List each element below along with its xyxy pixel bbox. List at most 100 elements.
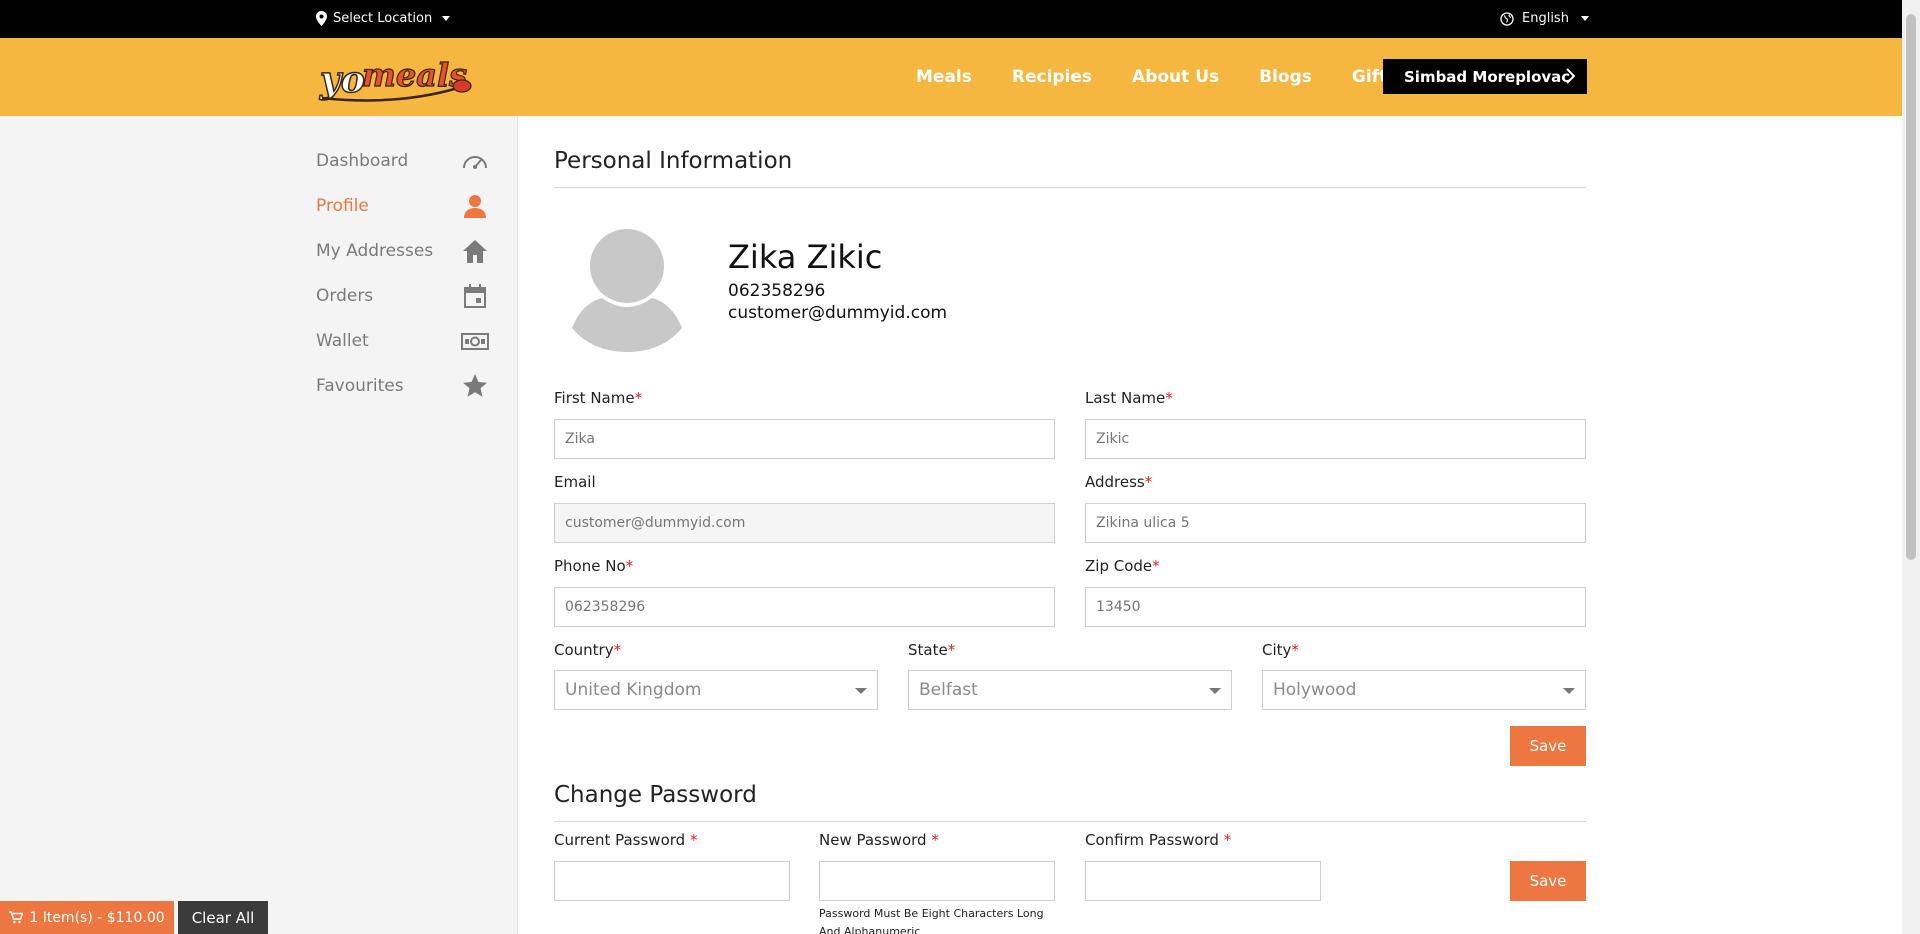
chevron-down-icon: [1563, 688, 1575, 694]
select-location-label: Select Location: [333, 11, 433, 26]
zip-code-label: Zip Code*: [1085, 557, 1160, 575]
globe-icon: [1500, 11, 1514, 26]
city-label-text: City: [1262, 641, 1292, 659]
yomeals-logo[interactable]: yo meals: [316, 48, 476, 108]
state-select[interactable]: Belfast: [908, 670, 1232, 710]
nav-meals[interactable]: Meals: [896, 67, 992, 87]
last-name-label-text: Last Name: [1085, 389, 1166, 407]
sidebar-item-wallet[interactable]: Wallet: [316, 326, 489, 356]
user-name: Simbad Moreplovac: [1404, 67, 1571, 86]
cart-icon: [9, 911, 24, 924]
page-scrollbar[interactable]: [1902, 0, 1920, 934]
sidebar-item-my-addresses[interactable]: My Addresses: [316, 236, 489, 266]
chevron-down-icon: [442, 16, 451, 21]
new-password-label-text: New Password: [819, 831, 927, 849]
country-value: United Kingdom: [565, 680, 702, 700]
required-mark: *: [625, 557, 634, 575]
sidebar-item-label: Orders: [316, 286, 374, 306]
sidebar-item-orders[interactable]: Orders: [316, 281, 489, 311]
calendar-icon: [464, 284, 486, 308]
select-location-dropdown[interactable]: Select Location: [316, 11, 451, 26]
current-password-label-text: Current Password: [554, 831, 686, 849]
first-name-label-text: First Name: [554, 389, 635, 407]
address-field[interactable]: [1085, 503, 1586, 543]
required-mark: *: [634, 389, 643, 407]
chevron-right-icon: [1566, 68, 1575, 84]
city-label: City*: [1262, 641, 1299, 659]
nav-about-us[interactable]: About Us: [1112, 67, 1239, 87]
phone-label: Phone No*: [554, 557, 633, 575]
nav-recipies[interactable]: Recipies: [992, 67, 1112, 87]
first-name-label: First Name*: [554, 389, 642, 407]
cart-summary-text: 1 Item(s) - $110.00: [29, 909, 165, 926]
chevron-down-icon: [1580, 16, 1589, 21]
phone-label-text: Phone No: [554, 557, 626, 575]
svg-text:yo: yo: [319, 59, 365, 101]
cart-summary-button[interactable]: 1 Item(s) - $110.00: [0, 901, 174, 934]
zip-code-label-text: Zip Code: [1085, 557, 1153, 575]
required-mark: *: [689, 831, 698, 849]
sidebar-item-label: Dashboard: [316, 151, 409, 171]
zip-code-field[interactable]: [1085, 587, 1586, 627]
country-select[interactable]: United Kingdom: [554, 670, 878, 710]
chevron-down-icon: [855, 688, 867, 694]
user-icon: [464, 195, 486, 218]
phone-field[interactable]: [554, 587, 1055, 627]
change-password-title: Change Password: [554, 782, 757, 808]
user-account-button[interactable]: Simbad Moreplovac: [1383, 59, 1587, 94]
cash-icon: [461, 333, 489, 350]
required-mark: *: [931, 831, 939, 849]
save-profile-button[interactable]: Save: [1510, 726, 1586, 766]
city-select[interactable]: Holywood: [1262, 670, 1586, 710]
last-name-label: Last Name*: [1085, 389, 1173, 407]
email-label: Email: [554, 473, 596, 491]
sidebar-item-label: My Addresses: [316, 241, 434, 261]
main-header: yo meals Meals Recipies About Us Blogs G…: [0, 38, 1902, 116]
state-label-text: State: [908, 641, 948, 659]
address-label: Address*: [1085, 473, 1152, 491]
home-icon: [463, 240, 487, 263]
new-password-label: New Password *: [819, 831, 939, 849]
divider: [554, 821, 1586, 822]
country-label: Country*: [554, 641, 621, 659]
state-value: Belfast: [919, 680, 978, 700]
current-password-field[interactable]: [554, 861, 790, 901]
email-field: [554, 503, 1055, 543]
account-sidebar: Dashboard Profile My Addresses Orders Wa…: [0, 116, 518, 934]
password-hint: Password Must Be Eight Characters Long A…: [819, 907, 1044, 934]
svg-text:meals: meals: [362, 56, 467, 94]
avatar: [572, 229, 682, 352]
nav-blogs[interactable]: Blogs: [1239, 67, 1332, 87]
sidebar-item-label: Wallet: [316, 331, 369, 351]
sidebar-item-favourites[interactable]: Favourites: [316, 371, 489, 401]
required-mark: *: [947, 641, 956, 659]
sidebar-item-label: Profile: [316, 196, 369, 216]
chevron-down-icon: [1209, 688, 1221, 694]
city-value: Holywood: [1273, 680, 1357, 700]
clear-all-button[interactable]: Clear All: [178, 901, 268, 934]
required-mark: *: [1291, 641, 1299, 659]
confirm-password-field[interactable]: [1085, 861, 1321, 901]
confirm-password-label-text: Confirm Password: [1085, 831, 1219, 849]
sidebar-item-dashboard[interactable]: Dashboard: [316, 146, 489, 176]
language-dropdown[interactable]: English: [1500, 11, 1589, 26]
country-label-text: Country: [554, 641, 614, 659]
first-name-field[interactable]: [554, 419, 1055, 459]
required-mark: *: [1223, 831, 1232, 849]
divider: [554, 187, 1586, 188]
required-mark: *: [1152, 557, 1160, 575]
required-mark: *: [613, 641, 622, 659]
state-label: State*: [908, 641, 955, 659]
confirm-password-label: Confirm Password *: [1085, 831, 1231, 849]
last-name-field[interactable]: [1085, 419, 1586, 459]
main-nav: Meals Recipies About Us Blogs Gift card: [896, 38, 1455, 116]
scrollbar-thumb[interactable]: [1906, 14, 1916, 560]
personal-info-title: Personal Information: [554, 148, 793, 174]
current-password-label: Current Password *: [554, 831, 697, 849]
required-mark: *: [1144, 473, 1153, 491]
profile-email: customer@dummyid.com: [728, 303, 948, 323]
new-password-field[interactable]: [819, 861, 1055, 901]
save-password-button[interactable]: Save: [1510, 861, 1586, 901]
sidebar-item-profile[interactable]: Profile: [316, 191, 489, 221]
sidebar-item-label: Favourites: [316, 376, 404, 396]
